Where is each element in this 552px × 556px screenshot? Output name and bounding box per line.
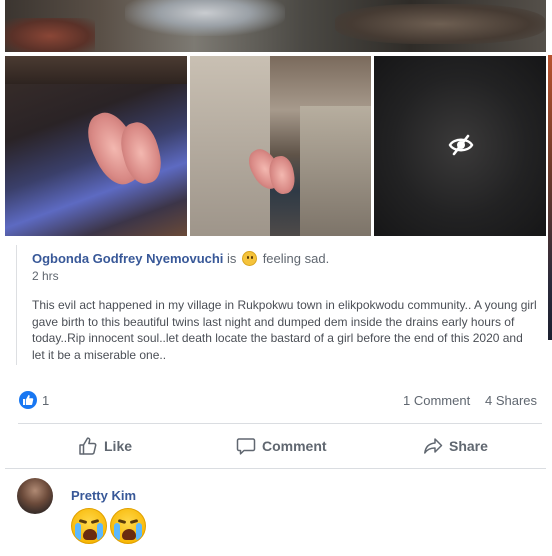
crying-face-icon [71,508,107,544]
post-author-line: Ogbonda Godfrey Nyemovuchi is feeling sa… [32,251,329,266]
crying-face-icon [110,508,146,544]
is-word: is [227,251,237,266]
share-button[interactable]: Share [423,433,488,459]
comment-count[interactable]: 1 Comment [403,393,470,408]
comment-author-name[interactable]: Pretty Kim [71,488,136,503]
comment-button-label: Comment [262,438,327,454]
divider [5,468,546,469]
post-body-text: This evil act happened in my village in … [32,298,537,362]
post-photo-2[interactable] [190,56,371,236]
like-button-label: Like [104,438,133,454]
eye-slash-icon[interactable] [447,131,475,159]
post-author-name[interactable]: Ogbonda Godfrey Nyemovuchi [32,251,223,266]
post-timestamp[interactable]: 2 hrs [32,269,59,283]
thumbs-up-icon [79,437,97,455]
comment-button[interactable]: Comment [236,433,327,459]
adjacent-content-edge [548,55,552,340]
reaction-counts-bar: 1 1 Comment 4 Shares [0,388,552,414]
divider [18,423,542,424]
like-reaction-icon[interactable] [19,391,37,409]
share-count[interactable]: 4 Shares [485,393,537,408]
top-photo-strip[interactable] [5,0,546,52]
post-photo-3-hidden[interactable] [374,56,546,236]
avatar[interactable] [17,478,53,514]
like-button[interactable]: Like [78,433,132,459]
post-photo-1[interactable] [5,56,187,236]
shared-post-content: Ogbonda Godfrey Nyemovuchi is feeling sa… [16,245,547,365]
like-count[interactable]: 1 [42,393,49,408]
sad-face-icon [242,251,258,266]
speech-bubble-icon [236,438,256,455]
share-button-label: Share [449,438,488,454]
feeling-text: feeling sad. [262,251,330,266]
share-arrow-icon [424,438,443,454]
